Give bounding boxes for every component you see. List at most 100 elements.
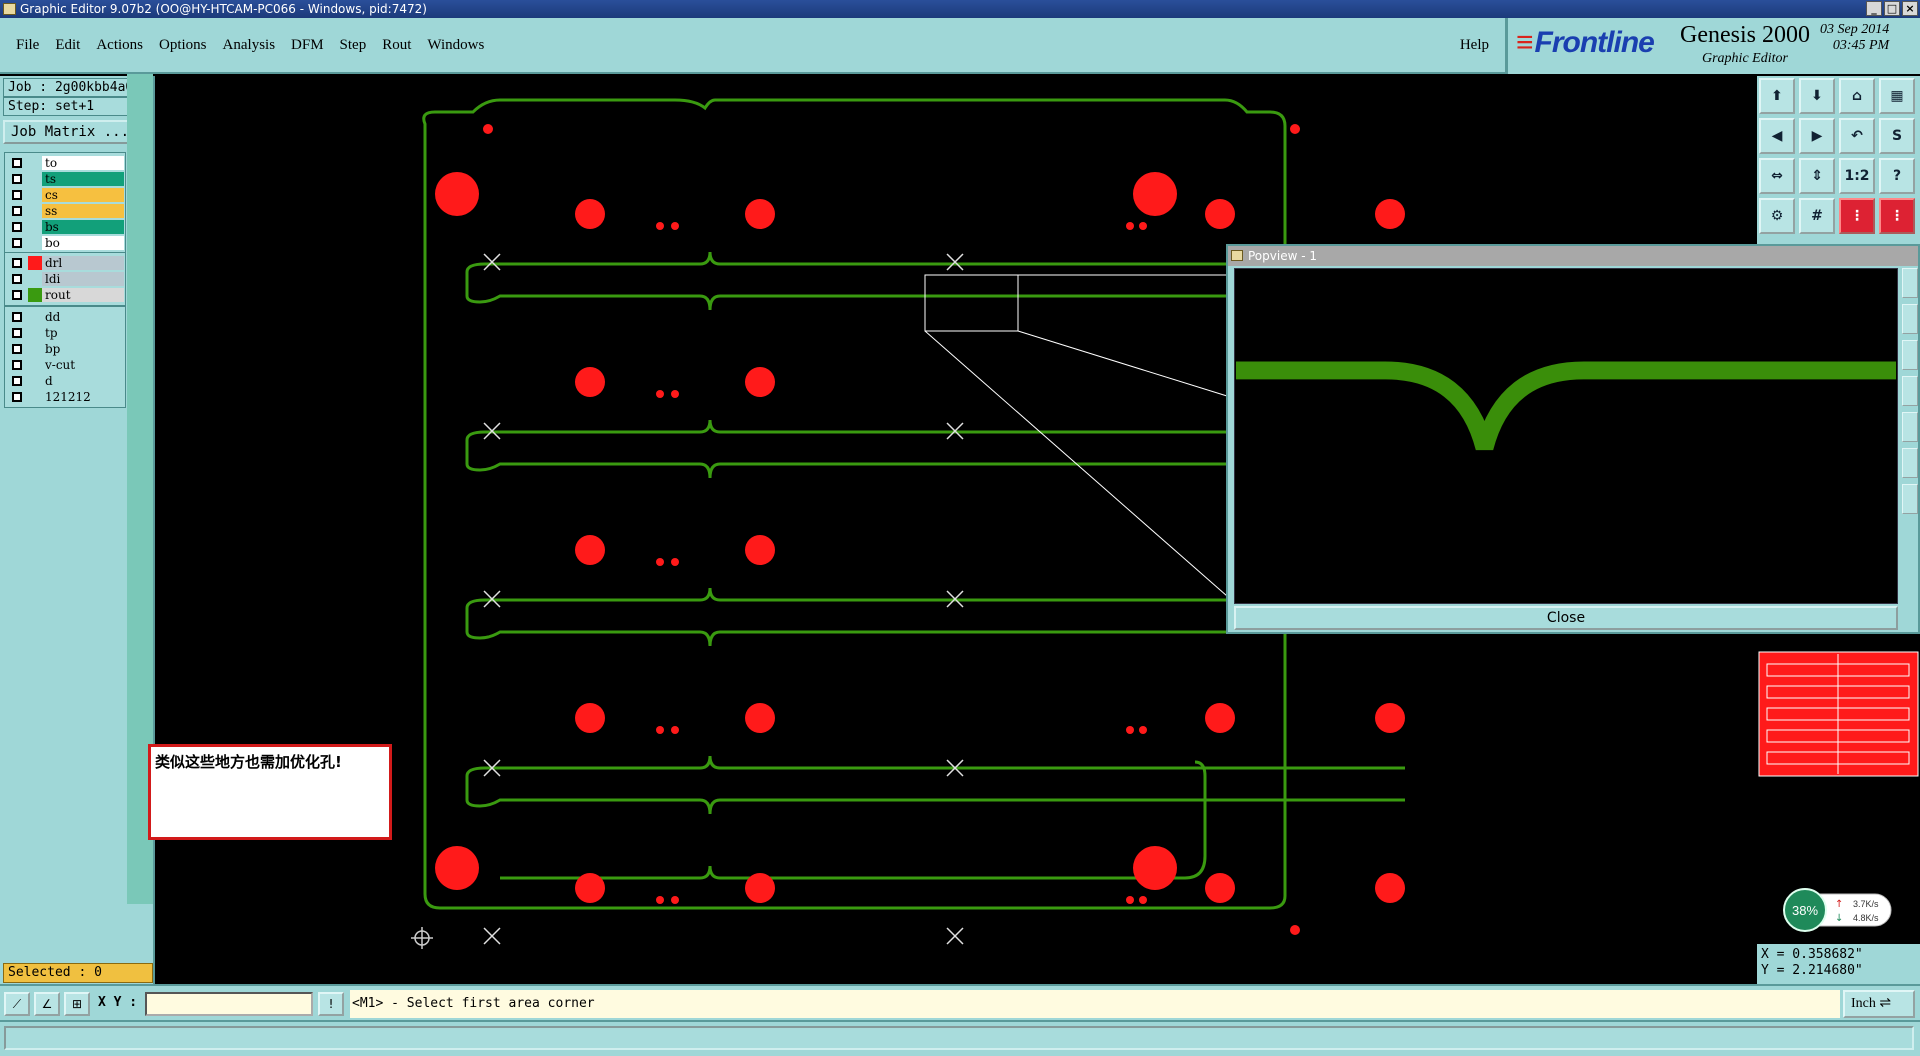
menu-rout[interactable]: Rout — [374, 34, 419, 57]
layer-checkbox[interactable] — [12, 222, 22, 232]
home-icon[interactable]: ⌂ — [1839, 78, 1875, 114]
snap-grid-icon[interactable]: ⊞ — [64, 992, 90, 1016]
zoom-home-icon[interactable]: ⬆ — [1759, 78, 1795, 114]
undo-view-icon[interactable]: ↶ — [1839, 118, 1875, 154]
layer-row-ldi[interactable]: ldi — [7, 271, 124, 287]
popview-tool-1-icon[interactable] — [1902, 268, 1918, 298]
minimize-button[interactable]: _ — [1866, 1, 1882, 16]
popview-tool-5-icon[interactable] — [1902, 412, 1918, 442]
grid-view-icon[interactable]: ▦ — [1879, 78, 1915, 114]
layer-row-bs[interactable]: bs — [7, 219, 124, 235]
layer-checkbox[interactable] — [12, 258, 22, 268]
layer-checkbox[interactable] — [12, 158, 22, 168]
menu-options[interactable]: Options — [151, 34, 215, 57]
download-rate: 4.8K/s — [1853, 913, 1879, 923]
maximize-button[interactable]: □ — [1884, 1, 1900, 16]
help-icon[interactable]: ? — [1879, 158, 1915, 194]
redraw-icon[interactable]: S — [1879, 118, 1915, 154]
line-tool-icon[interactable]: ⟋ — [4, 992, 30, 1016]
layer-checkbox[interactable] — [12, 290, 22, 300]
pan-left-icon[interactable]: ◀ — [1759, 118, 1795, 154]
grid-icon[interactable]: # — [1799, 198, 1835, 234]
xy-input[interactable] — [145, 992, 313, 1016]
popview-tool-7-icon[interactable] — [1902, 484, 1918, 514]
overview-map[interactable] — [1757, 650, 1920, 778]
layer-row-v-cut[interactable]: v-cut — [7, 357, 124, 373]
layer-checkbox[interactable] — [12, 190, 22, 200]
layer-row-bo[interactable]: bo — [7, 235, 124, 251]
layer-checkbox[interactable] — [12, 206, 22, 216]
alert-icon[interactable]: ! — [318, 992, 344, 1016]
layer-checkbox[interactable] — [12, 328, 22, 338]
app-icon — [3, 3, 16, 15]
product-name: Genesis 2000 — [1680, 22, 1810, 48]
layer-row-bp[interactable]: bp — [7, 341, 124, 357]
pan-right-icon[interactable]: ▶ — [1799, 118, 1835, 154]
layer-checkbox[interactable] — [12, 238, 22, 248]
y-coordinate: Y = 2.214680" — [1761, 963, 1863, 978]
layer-name: rout — [42, 288, 124, 302]
fit-vertical-icon[interactable]: ⇕ — [1799, 158, 1835, 194]
popview-tool-6-icon[interactable] — [1902, 448, 1918, 478]
layer-group-outer: to ts cs ss bs bo — [4, 152, 126, 254]
layer-row-cs[interactable]: cs — [7, 187, 124, 203]
zoom-in-icon[interactable]: ⬇ — [1799, 78, 1835, 114]
drill-hole-1-0 — [575, 367, 605, 397]
frontline-logo: ≡Frontline — [1516, 26, 1655, 60]
layer-checkbox[interactable] — [12, 360, 22, 370]
annotation-note: 类似这些地方也需加优化孔! — [148, 744, 392, 840]
popview-title-bar[interactable]: Popview - 1 — [1228, 246, 1918, 266]
settings-icon[interactable]: ⚙ — [1759, 198, 1795, 234]
layer-row-121212[interactable]: 121212 — [7, 389, 124, 405]
menu-file[interactable]: File — [8, 34, 47, 57]
ratio-icon[interactable]: 1:2 — [1839, 158, 1875, 194]
popview-canvas[interactable] — [1234, 268, 1898, 604]
menu-edit[interactable]: Edit — [47, 34, 88, 57]
menu-windows[interactable]: Windows — [419, 34, 492, 57]
menu-analysis[interactable]: Analysis — [215, 34, 284, 57]
layer-row-ss[interactable]: ss — [7, 203, 124, 219]
layer-row-rout[interactable]: rout — [7, 287, 124, 303]
layer-row-drl[interactable]: drl — [7, 255, 124, 271]
popview-tool-2-icon[interactable] — [1902, 304, 1918, 334]
layer-name: d — [42, 374, 124, 388]
popview-tool-3-icon[interactable] — [1902, 340, 1918, 370]
drill-hole-4-3 — [1375, 873, 1405, 903]
small-hole-2-0 — [656, 558, 664, 566]
fit-horizontal-icon[interactable]: ⇔ — [1759, 158, 1795, 194]
upload-rate: 3.7K/s — [1853, 899, 1879, 909]
layer-checkbox[interactable] — [12, 376, 22, 386]
small-hole-3-0 — [656, 726, 664, 734]
layer-checkbox[interactable] — [12, 312, 22, 322]
layer-row-dd[interactable]: dd — [7, 309, 124, 325]
layer-row-ts[interactable]: ts — [7, 171, 124, 187]
network-monitor: 38% ↑ ↓ 3.7K/s 4.8K/s — [1783, 888, 1892, 932]
unit-dropdown-icon: ⇌ — [1879, 996, 1892, 1011]
layer-checkbox[interactable] — [12, 174, 22, 184]
layer-row-d[interactable]: d — [7, 373, 124, 389]
layer-row-tp[interactable]: tp — [7, 325, 124, 341]
cursor-coordinates: X = 0.358682" Y = 2.214680" — [1757, 944, 1920, 984]
unit-selector[interactable]: Inch ⇌ — [1843, 990, 1915, 1018]
measure-icon[interactable]: ⋮ — [1879, 198, 1915, 234]
small-hole-3-1 — [671, 726, 679, 734]
layer-group-drill: drl ldi rout — [4, 252, 126, 306]
menu-actions[interactable]: Actions — [88, 34, 151, 57]
layer-row-to[interactable]: to — [7, 155, 124, 171]
rout-slot-upper-3 — [485, 755, 1405, 770]
menu-dfm[interactable]: DFM — [283, 34, 332, 57]
close-window-button[interactable]: × — [1902, 1, 1918, 16]
layer-checkbox[interactable] — [12, 392, 22, 402]
menu-step[interactable]: Step — [332, 34, 375, 57]
layer-name: dd — [42, 310, 124, 324]
drill-hole-3-3 — [1375, 703, 1405, 733]
angle-tool-icon[interactable]: ∠ — [34, 992, 60, 1016]
snap-icon[interactable]: ⋮ — [1839, 198, 1875, 234]
menu-help[interactable]: Help — [1460, 37, 1489, 54]
popview-close-button[interactable]: Close — [1234, 606, 1898, 630]
layer-checkbox[interactable] — [12, 344, 22, 354]
small-hole-4-1 — [671, 896, 679, 904]
status-message-area — [4, 1026, 1914, 1050]
popview-tool-4-icon[interactable] — [1902, 376, 1918, 406]
layer-checkbox[interactable] — [12, 274, 22, 284]
